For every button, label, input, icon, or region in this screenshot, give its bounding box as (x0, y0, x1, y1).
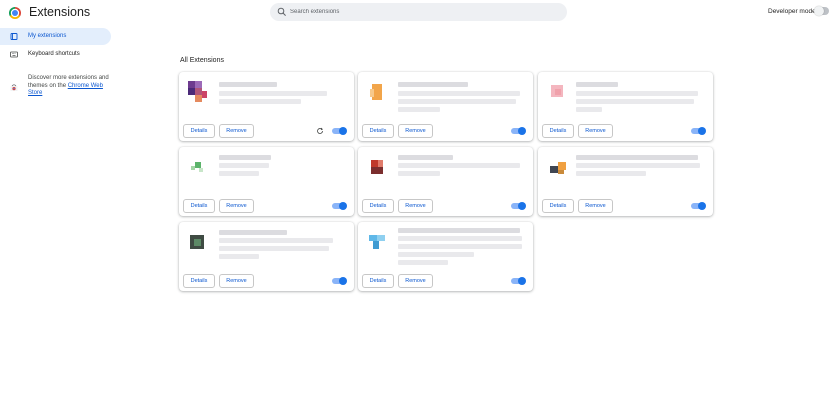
details-button[interactable]: Details (362, 274, 394, 288)
extension-card: Details Remove (538, 147, 713, 216)
extension-icon (367, 156, 387, 178)
reload-icon[interactable] (316, 127, 324, 135)
developer-mode-label: Developer mode (768, 8, 816, 15)
extension-card: Details Remove (358, 72, 533, 141)
search-box[interactable] (270, 3, 567, 21)
details-button[interactable]: Details (542, 124, 574, 138)
extension-icon (547, 156, 567, 178)
remove-button[interactable]: Remove (219, 199, 254, 213)
sidebar-item-label: My extensions (28, 33, 67, 39)
enable-toggle[interactable] (332, 126, 347, 135)
chrome-logo-icon (9, 7, 21, 19)
enable-toggle[interactable] (511, 126, 526, 135)
extension-icon (367, 81, 387, 103)
enable-toggle[interactable] (332, 276, 347, 285)
extension-card: Details Remove (179, 72, 354, 141)
sidebar-item-label: Keyboard shortcuts (28, 51, 80, 57)
details-button[interactable]: Details (183, 124, 215, 138)
keyboard-icon (10, 51, 18, 58)
extension-icon (188, 156, 208, 178)
enable-toggle[interactable] (511, 201, 526, 210)
extensions-icon (10, 33, 18, 40)
remove-button[interactable]: Remove (219, 274, 254, 288)
extension-card: Details Remove (538, 72, 713, 141)
extension-card: Details Remove (179, 222, 354, 291)
extension-card: Details Remove (179, 147, 354, 216)
enable-toggle[interactable] (691, 201, 706, 210)
extension-icon (188, 231, 208, 253)
details-button[interactable]: Details (362, 124, 394, 138)
toolbar: Extensions Developer mode (0, 0, 837, 26)
enable-toggle[interactable] (332, 201, 347, 210)
search-input[interactable] (290, 4, 550, 20)
extension-card: Details Remove (358, 222, 533, 291)
extension-icon (188, 81, 208, 103)
enable-toggle[interactable] (511, 276, 526, 285)
sidebar-item-my-extensions[interactable]: My extensions (0, 28, 111, 45)
extension-icon (547, 81, 567, 103)
remove-button[interactable]: Remove (398, 274, 433, 288)
details-button[interactable]: Details (183, 199, 215, 213)
remove-button[interactable]: Remove (219, 124, 254, 138)
page-title: Extensions (29, 5, 91, 19)
extension-icon (367, 231, 387, 253)
remove-button[interactable]: Remove (398, 199, 433, 213)
extension-card: Details Remove (358, 147, 533, 216)
developer-mode-toggle[interactable] (814, 6, 829, 16)
details-button[interactable]: Details (362, 199, 394, 213)
enable-toggle[interactable] (691, 126, 706, 135)
details-button[interactable]: Details (542, 199, 574, 213)
remove-button[interactable]: Remove (398, 124, 433, 138)
section-title: All Extensions (180, 57, 224, 64)
store-promo: Discover more extensions and themes on t… (28, 75, 110, 98)
sidebar-item-keyboard-shortcuts[interactable]: Keyboard shortcuts (0, 46, 111, 63)
remove-button[interactable]: Remove (578, 124, 613, 138)
details-button[interactable]: Details (183, 274, 215, 288)
web-store-icon (10, 84, 18, 91)
search-icon (277, 7, 286, 16)
remove-button[interactable]: Remove (578, 199, 613, 213)
